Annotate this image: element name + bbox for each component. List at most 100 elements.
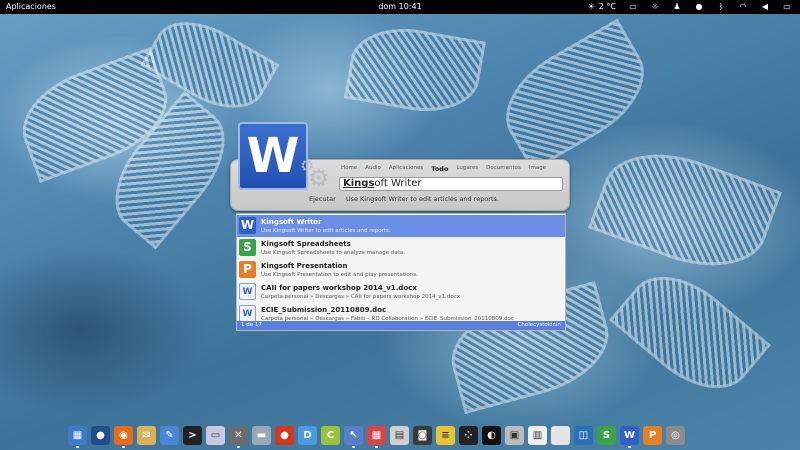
running-indicator (352, 446, 355, 448)
running-indicator (628, 446, 631, 448)
pointer-app-icon-glyph: ↖ (349, 430, 358, 441)
presentation-dock-icon-glyph: P (648, 430, 657, 441)
dock: ▦ ● ◉ ✉ ✎ > ▭ ✕ ▬ ● D C ↖ ▦ ▤ ◙ ≡ ⁘ ◐ ▣ ▥ ◫ S W P ◎ (68, 426, 685, 448)
result-title: Kingsoft Presentation (261, 262, 348, 270)
dark-app-icon-glyph: ◐ (487, 430, 496, 441)
s-app-icon-glyph: S (602, 430, 611, 441)
result-title: Kingsoft Writer (261, 218, 322, 226)
blank-icon[interactable] (551, 426, 570, 445)
running-indicator (375, 446, 378, 448)
d-app-icon[interactable]: D (298, 426, 317, 445)
mail-app-icon-glyph: ✉ (142, 430, 151, 441)
search-match: Kings (343, 178, 375, 189)
grid-app-icon[interactable]: ▦ (367, 426, 386, 448)
result-description: Use Kingsoft Presentation to edit and pl… (261, 272, 418, 278)
file-manager-icon-glyph: ▦ (72, 430, 83, 441)
result-row[interactable]: S Kingsoft Spreadsheets Use Kingsoft Spr… (237, 237, 565, 259)
weather-temperature: 2 °C (598, 2, 616, 11)
terminal-icon[interactable]: > (183, 426, 202, 445)
mail-icon[interactable]: ● (694, 0, 704, 14)
camera-icon-glyph: ◙ (417, 430, 428, 441)
bluetooth-icon[interactable]: ᛒ (716, 0, 726, 14)
folder-icon[interactable]: ▬ (252, 426, 271, 445)
tab-audio[interactable]: Audio (365, 165, 381, 173)
dots-app-icon[interactable]: ⁘ (459, 426, 478, 445)
disc-icon-glyph: ◎ (671, 430, 680, 441)
notes-icon[interactable]: ≡ (436, 426, 455, 445)
document-file-icon: W (239, 283, 256, 300)
calendar-icon[interactable]: ▤ (390, 426, 409, 445)
result-row[interactable]: P Kingsoft Presentation Use Kingsoft Pre… (237, 259, 565, 281)
firefox-icon[interactable]: ◉ (114, 426, 133, 448)
result-row[interactable]: W CAII for papers workshop 2014_v1.docx … (237, 281, 565, 303)
frost-leaf (609, 254, 771, 411)
tools-icon[interactable]: ✕ (229, 426, 248, 448)
photo-icon-glyph: ▣ (509, 430, 520, 441)
c-app-icon[interactable]: C (321, 426, 340, 445)
s-app-icon[interactable]: S (597, 426, 616, 445)
calendar-icon-glyph: ▤ (394, 430, 405, 441)
tab-image[interactable]: Image (529, 165, 546, 173)
presentation-icon: P (239, 261, 256, 278)
volume-icon[interactable]: ◀ (760, 0, 770, 14)
result-description: Use Kingsoft Writer to edit articles and… (261, 228, 391, 234)
results-status-bar: 1 de 17 Cholecystokinin (237, 321, 565, 330)
result-title: CAII for papers workshop 2014_v1.docx (261, 284, 417, 292)
brightness-icon[interactable]: ☼ (650, 0, 660, 14)
action-description: Use Kingsoft Writer to edit articles and… (345, 195, 499, 203)
tool-icon[interactable]: ✎ (160, 426, 179, 445)
result-description: Carpeta personal » Descargas » CAII for … (261, 294, 461, 300)
action-row: Ejecutar Use Kingsoft Writer to edit art… (309, 195, 499, 203)
writer-logo-icon: W (246, 128, 300, 184)
folder-icon-glyph: ▬ (256, 430, 267, 441)
dots-app-icon-glyph: ⁘ (464, 430, 473, 441)
action-label[interactable]: Ejecutar (309, 195, 336, 203)
globe-icon[interactable]: ● (91, 426, 110, 445)
d-app-icon-glyph: D (303, 430, 312, 441)
frost-leaf (487, 18, 663, 172)
file-manager-icon[interactable]: ▦ (68, 426, 87, 448)
result-title: ECIE_Submission_20110809.doc (261, 306, 387, 314)
tab-places[interactable]: Lugares (456, 165, 478, 173)
tab-home[interactable]: Home (341, 165, 357, 173)
writer-dock-icon-glyph: W (623, 430, 636, 441)
grid-app-icon-glyph: ▦ (371, 430, 382, 441)
battery-icon[interactable]: ▭ (782, 0, 792, 14)
presentation-dock-icon[interactable]: P (643, 426, 662, 445)
disc-icon[interactable]: ◎ (666, 426, 685, 445)
c-app-icon-glyph: C (326, 430, 335, 441)
user-icon[interactable]: ♟ (672, 0, 682, 14)
tab-documents[interactable]: Documentos (486, 165, 521, 173)
writer-dock-icon[interactable]: W (620, 426, 639, 448)
writer-icon: W (239, 217, 256, 234)
network-icon[interactable]: ◠ (738, 0, 748, 14)
camera-icon[interactable]: ◙ (413, 426, 432, 445)
firefox-icon-glyph: ◉ (119, 430, 128, 441)
running-indicator (237, 446, 240, 448)
selected-app-icon: W (238, 122, 308, 190)
result-row[interactable]: W Kingsoft Writer Use Kingsoft Writer to… (237, 215, 565, 237)
media-icon-glyph: ▭ (210, 430, 221, 441)
tomato-icon[interactable]: ● (275, 426, 294, 445)
weather-indicator[interactable]: ☀ 2 °C (586, 0, 616, 14)
document-icon-glyph: ▥ (532, 430, 543, 441)
running-indicator (76, 446, 79, 448)
search-input[interactable]: Kingsoft Writer (339, 177, 563, 191)
tab-applications[interactable]: Aplicaciones (389, 165, 423, 173)
gear-icon[interactable]: ⚙ (308, 164, 330, 192)
frame-icon-glyph: ◫ (578, 430, 589, 441)
photo-icon[interactable]: ▣ (505, 426, 524, 445)
window-icon[interactable]: ▭ (628, 0, 638, 14)
pointer-app-icon[interactable]: ↖ (344, 426, 363, 448)
mail-app-icon[interactable]: ✉ (137, 426, 156, 445)
spreadsheet-icon: S (239, 239, 256, 256)
globe-icon-glyph: ● (96, 430, 105, 441)
document-icon[interactable]: ▥ (528, 426, 547, 445)
tab-all[interactable]: Todo (431, 165, 448, 173)
launcher-tabs: Home Audio Aplicaciones Todo Lugares Doc… (341, 165, 546, 173)
frame-icon[interactable]: ◫ (574, 426, 593, 445)
dark-app-icon[interactable]: ◐ (482, 426, 501, 445)
running-indicator (122, 446, 125, 448)
media-icon[interactable]: ▭ (206, 426, 225, 445)
top-panel: Aplicaciones dom 10:41 ☀ 2 °C ▭ ☼ ♟ ● ᛒ … (0, 0, 800, 14)
